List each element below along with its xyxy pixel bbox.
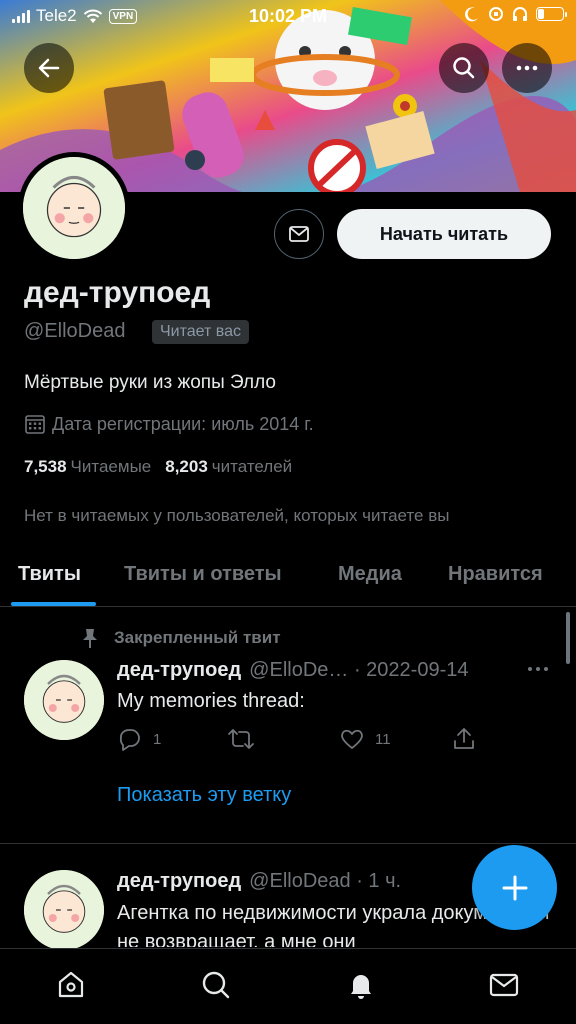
tweet-avatar[interactable]: [24, 660, 104, 740]
orientation-lock-icon: [489, 7, 503, 21]
following-count: 7,538: [24, 457, 67, 476]
status-right: [464, 6, 567, 22]
moon-icon: [465, 7, 478, 22]
nav-search[interactable]: [198, 967, 234, 1003]
share-icon: [454, 728, 474, 749]
nav-messages[interactable]: [486, 967, 522, 1003]
bottom-navigation: [0, 948, 576, 1024]
nav-notifications[interactable]: [343, 967, 379, 1003]
tweet-header: дед-трупоед @ElloDead · 1 ч.: [117, 870, 401, 893]
join-date-text: Дата регистрации: июль 2014 г.: [52, 413, 314, 434]
pinned-indicator: Закрепленный твит: [80, 627, 281, 649]
bell-icon: [351, 975, 371, 999]
envelope-icon: [489, 973, 519, 997]
scrollbar[interactable]: [566, 612, 570, 664]
join-date: Дата регистрации: июль 2014 г.: [24, 413, 314, 435]
tab-tweets[interactable]: Твиты: [18, 563, 81, 586]
avatar-drawing: [23, 157, 125, 259]
tweet-author-name[interactable]: дед-трупоед: [117, 870, 241, 893]
compose-tweet-button[interactable]: [472, 845, 557, 930]
home-icon: [58, 971, 84, 998]
tweet-avatar-image: [24, 660, 104, 740]
tweet-meta: @ElloDead · 1 ч.: [249, 870, 402, 892]
profile-avatar[interactable]: [18, 152, 130, 264]
plus-icon: [502, 875, 527, 900]
tab-likes[interactable]: Нравится: [448, 563, 543, 586]
reply-count: 1: [153, 730, 162, 748]
retweet-button[interactable]: [227, 726, 265, 752]
tweet-actions: 1 11: [117, 726, 487, 756]
battery-level: [538, 9, 544, 19]
tab-media[interactable]: Медиа: [338, 563, 402, 586]
tweet-text: My memories thread:: [117, 690, 305, 712]
followers-link[interactable]: 8,203 читателей: [165, 457, 292, 477]
headphones-icon: [513, 7, 527, 21]
share-button[interactable]: [451, 726, 477, 752]
pinned-label: Закрепленный твит: [114, 628, 281, 647]
tweet-header: дед-трупоед @ElloDe… · 2022-09-14: [117, 659, 468, 682]
reply-icon: [119, 729, 140, 751]
active-tab-indicator: [11, 602, 96, 606]
arrow-left-icon: [38, 58, 60, 78]
more-horizontal-icon: [528, 667, 548, 671]
follow-button[interactable]: Начать читать: [337, 209, 551, 259]
following-link[interactable]: 7,538 Читаемые: [24, 457, 151, 477]
avatar-image: [23, 157, 125, 259]
following-label: Читаемые: [70, 457, 152, 476]
heart-icon: [341, 729, 363, 749]
like-button[interactable]: 11: [339, 726, 391, 752]
tweet-more-button[interactable]: [526, 659, 550, 685]
tweet-divider: [0, 843, 576, 844]
search-button[interactable]: [439, 43, 489, 93]
tweet-author-name[interactable]: дед-трупоед: [117, 659, 241, 682]
message-button[interactable]: [274, 209, 324, 259]
more-icon: [516, 65, 538, 71]
retweet-icon: [228, 729, 254, 749]
tweet-meta: @ElloDe… · 2022-09-14: [249, 659, 469, 681]
profile-tabs: Твиты Твиты и ответы Медиа Нравится: [0, 545, 576, 607]
profile-bio: Мёртвые руки из жопы Элло: [24, 372, 276, 393]
search-icon: [453, 57, 475, 79]
calendar-icon: [25, 415, 45, 434]
status-bar: Tele2 VPN 10:02 PM: [0, 0, 576, 34]
more-button[interactable]: [502, 43, 552, 93]
reply-button[interactable]: 1: [117, 726, 161, 752]
follow-counts: 7,538 Читаемые 8,203 читателей: [24, 457, 292, 477]
envelope-icon: [289, 226, 309, 242]
back-button[interactable]: [24, 43, 74, 93]
follows-you-badge: Читает вас: [152, 320, 250, 344]
nav-home[interactable]: [53, 967, 89, 1003]
search-icon: [202, 971, 230, 999]
tweet-avatar-image: [24, 870, 104, 950]
battery-icon: [536, 7, 567, 21]
profile-handle: @ElloDead: [24, 320, 126, 342]
pin-icon: [83, 629, 97, 648]
followers-label: читателей: [211, 457, 293, 476]
display-name: дед-трупоед: [24, 276, 211, 309]
mutual-followers-note: Нет в читаемых у пользователей, которых …: [24, 506, 450, 525]
like-count: 11: [375, 730, 391, 748]
followers-count: 8,203: [165, 457, 208, 476]
tab-tweets-replies[interactable]: Твиты и ответы: [124, 563, 282, 586]
tweet-avatar[interactable]: [24, 870, 104, 950]
show-thread-link[interactable]: Показать эту ветку: [117, 784, 291, 807]
